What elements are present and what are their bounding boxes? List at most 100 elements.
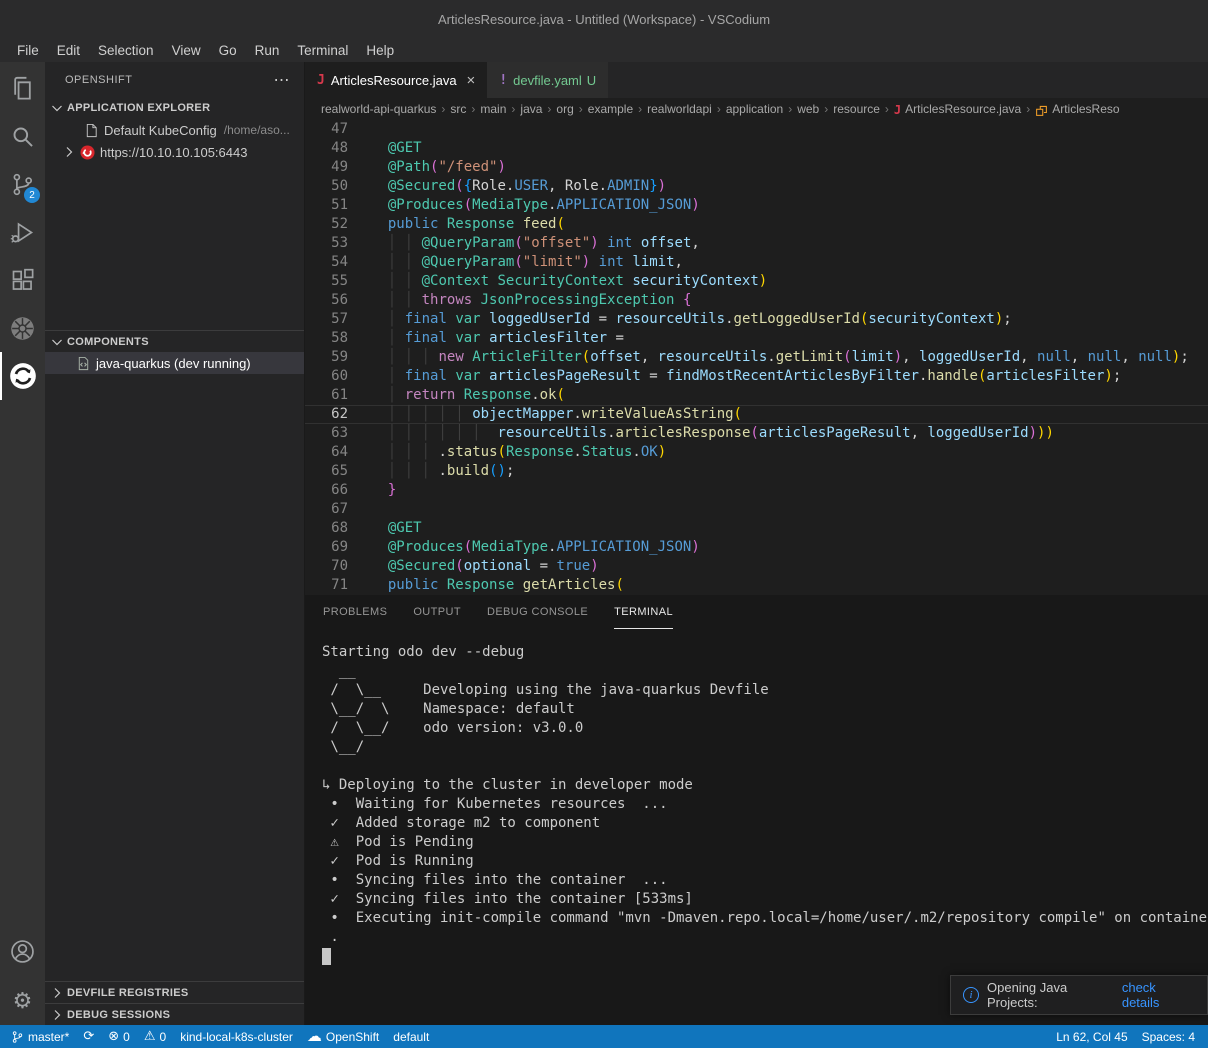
code-line-56[interactable]: 56 │ │ throws JsonProcessingException { [305,291,1208,310]
chevron-right-icon[interactable] [61,144,77,160]
line-number[interactable]: 70 [305,557,348,576]
line-number[interactable]: 47 [305,120,348,139]
breadcrumb-item[interactable]: resource [833,102,880,116]
code-line-59[interactable]: 59 │ │ │ new ArticleFilter(offset, resou… [305,348,1208,367]
menu-view[interactable]: View [163,41,210,60]
notification-toast[interactable]: i Opening Java Projects: check details [950,975,1208,1015]
line-number[interactable]: 59 [305,348,348,367]
terminal[interactable]: Starting odo dev --debug __ / \__ Develo… [305,629,1208,1025]
code-line-58[interactable]: 58 │ final var articlesFilter = [305,329,1208,348]
devfile-registries-section[interactable]: DEVFILE REGISTRIES [45,981,304,1003]
line-number[interactable]: 63 [305,424,348,443]
activity-accounts[interactable] [0,927,45,975]
status-namespace[interactable]: default [386,1025,436,1048]
status-warnings[interactable]: ⚠0 [137,1025,173,1048]
line-number[interactable]: 48 [305,139,348,158]
line-number[interactable]: 65 [305,462,348,481]
activity-run-debug[interactable] [0,208,45,256]
line-number[interactable]: 66 [305,481,348,500]
code-line-52[interactable]: 52 public Response feed( [305,215,1208,234]
line-number[interactable]: 60 [305,367,348,386]
code-line-66[interactable]: 66 } [305,481,1208,500]
activity-kubernetes[interactable] [0,304,45,352]
line-number[interactable]: 53 [305,234,348,253]
breadcrumb-item[interactable]: src [450,102,466,116]
activity-search[interactable] [0,112,45,160]
breadcrumb-item[interactable]: example [588,102,633,116]
line-number[interactable]: 68 [305,519,348,538]
code-line-54[interactable]: 54 │ │ @QueryParam("limit") int limit, [305,253,1208,272]
activity-settings[interactable]: ⚙ [0,977,45,1025]
tab-articlesresource[interactable]: JArticlesResource.java× [305,62,487,98]
menu-edit[interactable]: Edit [48,41,89,60]
status-sync[interactable]: ⟳ [76,1025,101,1048]
line-number[interactable]: 62 [305,405,348,424]
status-cursor-position[interactable]: Ln 62, Col 45 [1049,1025,1134,1048]
line-number[interactable]: 67 [305,500,348,519]
line-number[interactable]: 55 [305,272,348,291]
menu-selection[interactable]: Selection [89,41,163,60]
code-line-50[interactable]: 50 @Secured({Role.USER, Role.ADMIN}) [305,177,1208,196]
cluster-item[interactable]: https://10.10.10.105:6443 [45,141,304,163]
section-application-explorer[interactable]: APPLICATION EXPLORER [45,97,304,119]
breadcrumb-item[interactable]: ArticlesReso [1035,102,1119,116]
breadcrumb-item[interactable]: JArticlesResource.java [894,102,1021,116]
code-line-65[interactable]: 65 │ │ │ .build(); [305,462,1208,481]
line-number[interactable]: 51 [305,196,348,215]
menu-help[interactable]: Help [357,41,403,60]
line-number[interactable]: 49 [305,158,348,177]
code-line-60[interactable]: 60 │ final var articlesPageResult = find… [305,367,1208,386]
panel-tab-terminal[interactable]: TERMINAL [614,595,673,629]
status-k8s-context[interactable]: kind-local-k8s-cluster [173,1025,300,1048]
breadcrumb-item[interactable]: java [520,102,542,116]
line-number[interactable]: 50 [305,177,348,196]
breadcrumb-item[interactable]: realworldapi [647,102,712,116]
line-number[interactable]: 58 [305,329,348,348]
code-line-63[interactable]: 63 │ │ │ │ │ │ resourceUtils.articlesRes… [305,424,1208,443]
breadcrumb-item[interactable]: realworld-api-quarkus [321,102,436,116]
code-line-55[interactable]: 55 │ │ @Context SecurityContext security… [305,272,1208,291]
code-line-71[interactable]: 71 public Response getArticles( [305,576,1208,595]
window-title-bar[interactable]: ArticlesResource.java - Untitled (Worksp… [0,0,1208,38]
code-line-68[interactable]: 68 @GET [305,519,1208,538]
code-line-67[interactable]: 67 [305,500,1208,519]
line-number[interactable]: 61 [305,386,348,405]
line-number[interactable]: 71 [305,576,348,595]
panel-tab-debug-console[interactable]: DEBUG CONSOLE [487,595,588,629]
code-editor[interactable]: 4748 @GET49 @Path("/feed")50 @Secured({R… [305,120,1208,595]
activity-explorer[interactable] [0,64,45,112]
section-components[interactable]: COMPONENTS [45,330,304,352]
code-line-61[interactable]: 61 │ return Response.ok( [305,386,1208,405]
component-java-quarkus[interactable]: java-quarkus (dev running) [45,352,304,374]
menu-run[interactable]: Run [246,41,289,60]
close-icon[interactable]: × [467,72,476,89]
code-line-49[interactable]: 49 @Path("/feed") [305,158,1208,177]
line-number[interactable]: 52 [305,215,348,234]
status-git-branch[interactable]: master* [4,1025,76,1048]
check-details-link[interactable]: check details [1122,980,1195,1010]
menu-file[interactable]: File [8,41,48,60]
code-line-53[interactable]: 53 │ │ @QueryParam("offset") int offset, [305,234,1208,253]
code-line-64[interactable]: 64 │ │ │ .status(Response.Status.OK) [305,443,1208,462]
activity-source-control[interactable]: 2 [0,160,45,208]
line-number[interactable]: 57 [305,310,348,329]
code-line-70[interactable]: 70 @Secured(optional = true) [305,557,1208,576]
code-line-69[interactable]: 69 @Produces(MediaType.APPLICATION_JSON) [305,538,1208,557]
status-indentation[interactable]: Spaces: 4 [1135,1025,1202,1048]
breadcrumb-item[interactable]: main [480,102,506,116]
menu-go[interactable]: Go [210,41,246,60]
line-number[interactable]: 54 [305,253,348,272]
breadcrumb-item[interactable]: web [797,102,819,116]
code-line-57[interactable]: 57 │ final var loggedUserId = resourceUt… [305,310,1208,329]
more-actions-icon[interactable]: ⋯ [274,70,291,90]
tab-devfile[interactable]: !devfile.yamlU [487,62,609,98]
breadcrumb-item[interactable]: application [726,102,783,116]
line-number[interactable]: 56 [305,291,348,310]
panel-tab-output[interactable]: OUTPUT [413,595,461,629]
activity-openshift[interactable] [0,352,45,400]
breadcrumb-item[interactable]: org [556,102,573,116]
code-line-51[interactable]: 51 @Produces(MediaType.APPLICATION_JSON) [305,196,1208,215]
kubeconfig-item[interactable]: Default KubeConfig/home/aso... [45,119,304,141]
status-errors[interactable]: ⊗0 [101,1025,137,1048]
menu-terminal[interactable]: Terminal [288,41,357,60]
